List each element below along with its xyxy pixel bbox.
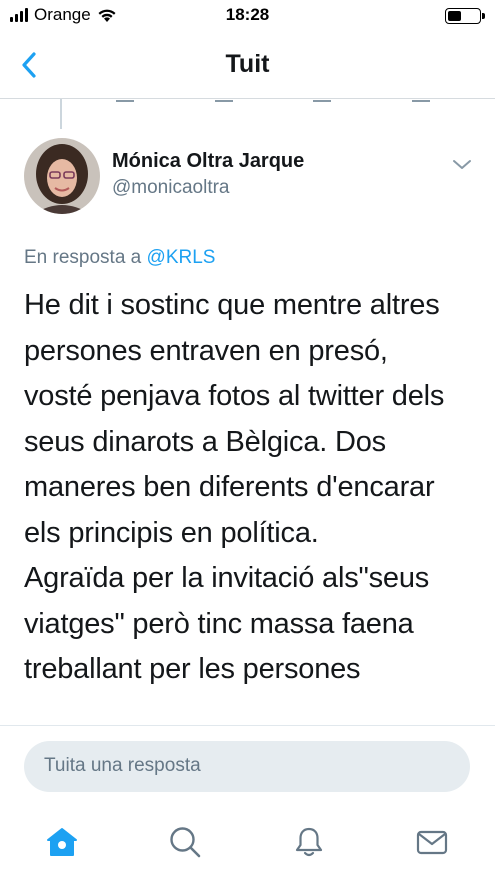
avatar-image [24,138,100,214]
reply-context: En resposta a @KRLS [24,247,215,269]
page-title: Tuit [225,50,270,78]
notifications-icon [295,827,323,857]
avatar[interactable] [24,138,100,214]
tab-bar [0,810,495,880]
status-time: 18:28 [225,5,270,24]
chevron-down-icon [453,160,471,169]
author-name[interactable]: Mónica Oltra Jarque [112,150,304,173]
author-handle[interactable]: @monicaoltra [112,177,230,199]
reply-placeholder: Tuita una resposta [44,755,201,776]
reply-prefix: En resposta a [24,247,142,268]
status-bar: Orange 18:28 [0,0,495,32]
tab-messages[interactable] [412,822,452,862]
home-icon [47,828,77,856]
search-icon [170,827,201,858]
tweet-text: He dit i sostinc que mentre altres perso… [24,289,445,685]
messages-icon [416,830,448,855]
tab-search[interactable] [165,822,205,862]
tab-notifications[interactable] [289,822,329,862]
reply-mention-link[interactable]: @KRLS [147,247,216,268]
thread-line [60,99,62,129]
content-divider [0,725,495,726]
battery-fill [448,11,462,21]
more-options-button[interactable] [451,156,473,174]
nav-bar: Tuit [0,32,495,98]
reply-input[interactable]: Tuita una resposta [24,741,470,792]
tab-home[interactable] [42,822,82,862]
battery-icon [445,8,485,24]
nav-divider [0,98,495,99]
